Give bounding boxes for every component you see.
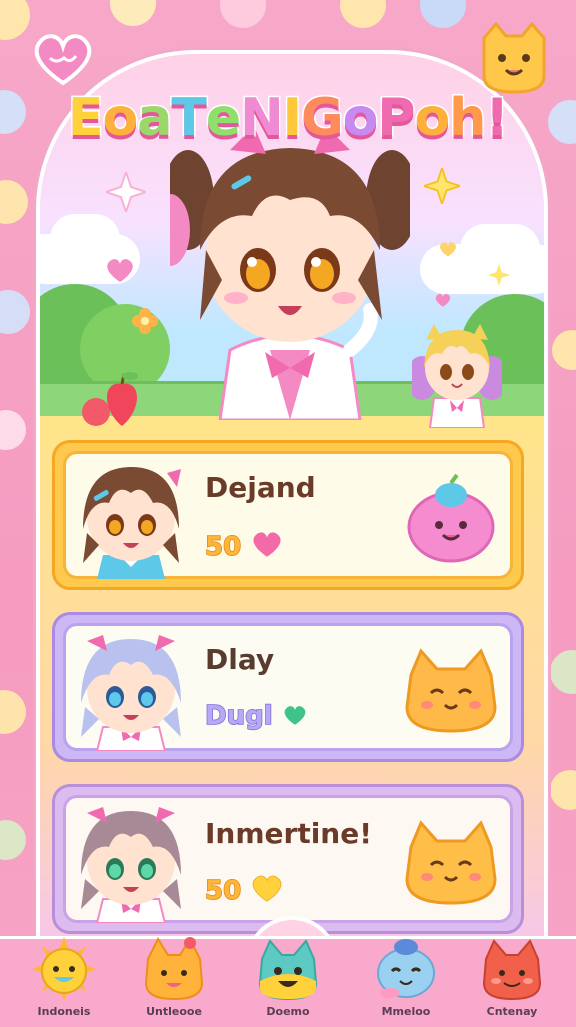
card-stat-value: 50 <box>204 875 242 907</box>
heart-icon <box>107 259 133 282</box>
nav-item-untleooe[interactable]: Untleooe <box>124 937 224 1027</box>
friend-character[interactable] <box>412 318 502 428</box>
sun-creature-icon <box>32 937 96 1001</box>
avatar <box>81 807 181 923</box>
heart-bubble-icon[interactable] <box>28 28 98 88</box>
character-card[interactable]: Dlay Dugl <box>52 612 524 762</box>
orange-cat-pet-icon[interactable] <box>401 645 501 735</box>
game-title: EoaTeNIGoPoh! <box>44 87 532 150</box>
fox-creature-icon <box>144 937 204 1001</box>
sparkle-icon <box>106 172 146 212</box>
avatar <box>81 635 181 751</box>
small-heart-icon <box>440 242 456 257</box>
card-stat: 50 <box>204 529 284 563</box>
card-name: Dlay <box>205 643 275 676</box>
card-stat-value: Dugl <box>204 700 273 732</box>
nav-label: Untleooe <box>146 1005 202 1018</box>
nav-label: Indoneis <box>37 1005 91 1018</box>
title-letter: e <box>204 87 242 150</box>
yellow-heart-icon <box>253 875 282 902</box>
nav-item-mmeloo[interactable]: Mmeloo <box>356 939 456 1027</box>
avatar <box>83 467 181 579</box>
title-letter: o <box>101 87 140 150</box>
orange-cat-pet-icon[interactable] <box>401 817 501 907</box>
title-letter: N <box>239 87 285 150</box>
nav-item-doemo[interactable]: Doemo <box>238 939 338 1027</box>
card-stat: Dugl <box>204 700 308 732</box>
small-heart-icon <box>435 293 451 307</box>
seal-creature-icon <box>377 939 435 998</box>
small-star-icon <box>488 264 510 286</box>
bottom-nav: Indoneis Untleooe Doemo Mmeloo Cntenay <box>0 936 576 1027</box>
nav-item-cntenay[interactable]: Cntenay <box>462 939 562 1027</box>
title-letter: I <box>281 87 303 150</box>
character-card[interactable]: Dejand 50 <box>52 440 524 590</box>
title-letter: G <box>299 87 345 150</box>
card-stat: 50 <box>204 873 284 907</box>
nav-label: Mmeloo <box>381 1005 431 1018</box>
flower-icon <box>132 308 158 334</box>
title-letter: P <box>376 87 417 150</box>
title-letter: o <box>341 87 380 150</box>
sparkle-heart-icon <box>253 532 281 557</box>
title-letter: E <box>66 87 104 150</box>
teal-cat-icon <box>258 939 318 1001</box>
star-icon <box>424 168 460 204</box>
card-name: Inmertine! <box>205 817 373 850</box>
cat-face-icon[interactable] <box>474 18 554 98</box>
red-cat-icon <box>482 939 542 1001</box>
nav-item-indoneis[interactable]: Indoneis <box>14 937 114 1027</box>
card-stat-value: 50 <box>204 531 242 563</box>
title-letter: o <box>413 87 452 150</box>
hero-character[interactable] <box>170 120 410 420</box>
apple-item[interactable] <box>82 370 156 430</box>
nav-label: Doemo <box>266 1005 310 1018</box>
title-letter: T <box>170 87 209 150</box>
card-name: Dejand <box>205 471 316 504</box>
nav-label: Cntenay <box>486 1005 538 1018</box>
green-heart-icon <box>284 706 306 725</box>
character-card[interactable]: Inmertine! 50 <box>52 784 524 934</box>
pink-blob-pet-icon[interactable] <box>401 473 501 563</box>
title-letter: a <box>136 87 174 150</box>
